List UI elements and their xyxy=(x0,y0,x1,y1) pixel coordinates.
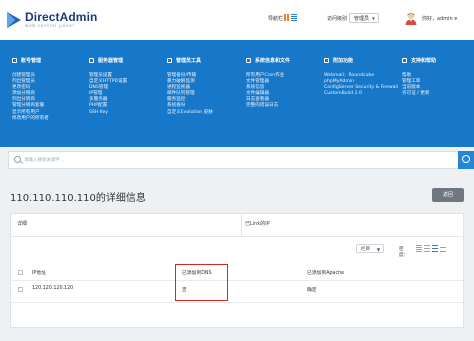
tools-icon xyxy=(167,57,172,63)
divider xyxy=(11,302,463,303)
menu-heading[interactable]: 账号管理 xyxy=(12,55,49,65)
menu-item[interactable]: 许可证 / 更新 xyxy=(402,91,436,97)
highlight-box xyxy=(175,264,228,301)
access-level-value: 管理员 xyxy=(354,16,370,22)
search-icon xyxy=(14,156,21,163)
menu-heading[interactable]: 支持和帮助 xyxy=(402,55,436,65)
grid-view-icon[interactable] xyxy=(284,14,290,21)
table-cell-ip: 120.120.120.120 xyxy=(32,286,74,291)
columns-select[interactable]: 栏目 ▼ xyxy=(356,244,384,253)
chevron-down-icon: ▼ xyxy=(454,16,458,21)
access-level-select[interactable]: 管理员 ▼ xyxy=(349,13,379,23)
table-cell-apache: 确定 xyxy=(307,288,317,293)
divider xyxy=(241,214,242,236)
server-icon xyxy=(89,57,94,63)
avatar[interactable] xyxy=(405,12,417,25)
directadmin-logo-icon xyxy=(7,12,21,28)
app-logo[interactable]: DirectAdmin web control panel xyxy=(7,11,97,29)
top-header: DirectAdmin web control panel 导航栏 访问级别 管… xyxy=(0,0,474,40)
chevron-down-icon: ▼ xyxy=(371,16,375,21)
menu-item[interactable]: 完整的错误日志 xyxy=(246,103,290,109)
menu-column-admin-tools: 管理员工具 管理备份/传输 暴力破解监测 进程监视器 邮件队列管理 服务监控 系… xyxy=(167,55,213,116)
menu-column-system-info: 系统信息和文件 所有用户Cron作业 文件管理器 系统信息 文件编辑器 日志查看… xyxy=(246,55,290,110)
back-button[interactable]: 返回 xyxy=(432,188,464,202)
user-greeting: 你好，admin xyxy=(422,16,453,22)
search-icon xyxy=(462,155,470,163)
user-menu[interactable]: 你好，admin ▼ xyxy=(422,15,457,22)
density-label: 密度： xyxy=(399,247,408,258)
info-icon xyxy=(246,57,251,63)
details-card: 详细 已Link的IP 栏目 ▼ 密度： IP地址 已添加到DNS 已添加到Ap… xyxy=(10,213,464,328)
density-compact-icon[interactable] xyxy=(416,245,422,252)
row-checkbox[interactable] xyxy=(18,287,23,292)
divider xyxy=(11,236,463,237)
chevron-down-icon: ▼ xyxy=(376,247,380,252)
menu-heading[interactable]: 系统信息和文件 xyxy=(246,55,290,65)
help-icon xyxy=(402,57,407,63)
divider xyxy=(11,280,463,281)
menu-item[interactable]: 自定义Evolution 皮肤 xyxy=(167,110,213,116)
density-loose-icon[interactable] xyxy=(440,245,446,252)
menu-column-accounts: 账号管理 创建管理员 列出管理员 更改密码 添加分销商 列出分销商 管理分销商套… xyxy=(12,55,49,122)
nav-mode-switch[interactable] xyxy=(284,14,297,21)
menu-item[interactable]: SSH Key xyxy=(89,110,127,116)
menu-item[interactable]: 修改用户的所有者 xyxy=(12,116,49,122)
select-all-checkbox[interactable] xyxy=(18,270,23,275)
search-input[interactable]: 请输入搜索关键字... xyxy=(8,151,474,169)
density-comfortable-icon[interactable] xyxy=(432,245,438,252)
list-view-icon[interactable] xyxy=(291,14,297,21)
page-title: 110.110.110.110的详细信息 xyxy=(10,193,146,204)
menu-column-support: 支持和帮助 帮助 管理工单 当前版本 许可证 / 更新 xyxy=(402,55,436,97)
menu-heading[interactable]: 管理员工具 xyxy=(167,55,213,65)
app-name: DirectAdmin xyxy=(25,10,98,24)
column-header-apache[interactable]: 已添加到Apache xyxy=(307,269,344,276)
menu-heading[interactable]: 附加功能 xyxy=(324,55,398,65)
search-placeholder: 请输入搜索关键字... xyxy=(24,158,65,163)
plus-icon xyxy=(324,57,329,63)
column-header-ip[interactable]: IP地址 xyxy=(32,269,46,276)
menu-item[interactable]: CustomBuild 2.0 xyxy=(324,91,398,97)
density-normal-icon[interactable] xyxy=(424,245,430,252)
details-header: 详细 xyxy=(17,221,28,227)
access-level-label: 访问级别 xyxy=(327,16,348,22)
main-menu: 账号管理 创建管理员 列出管理员 更改密码 添加分销商 列出分销商 管理分销商套… xyxy=(0,40,474,147)
menu-item[interactable]: 管理分销商套餐 xyxy=(12,103,49,109)
nav-mode-label: 导航栏 xyxy=(268,16,284,22)
menu-heading[interactable]: 服务器管理 xyxy=(89,55,127,65)
search-button[interactable] xyxy=(458,151,474,169)
menu-column-server: 服务器管理 管理员设置 自定义HTTPD设置 DNS管理 IP管理 多服务器 P… xyxy=(89,55,127,116)
menu-column-extra-features: 附加功能 Webmail：Roundcube phpMyAdmin Config… xyxy=(324,55,398,97)
linked-ip-header: 已Link的IP xyxy=(245,221,270,227)
user-group-icon xyxy=(12,57,17,63)
